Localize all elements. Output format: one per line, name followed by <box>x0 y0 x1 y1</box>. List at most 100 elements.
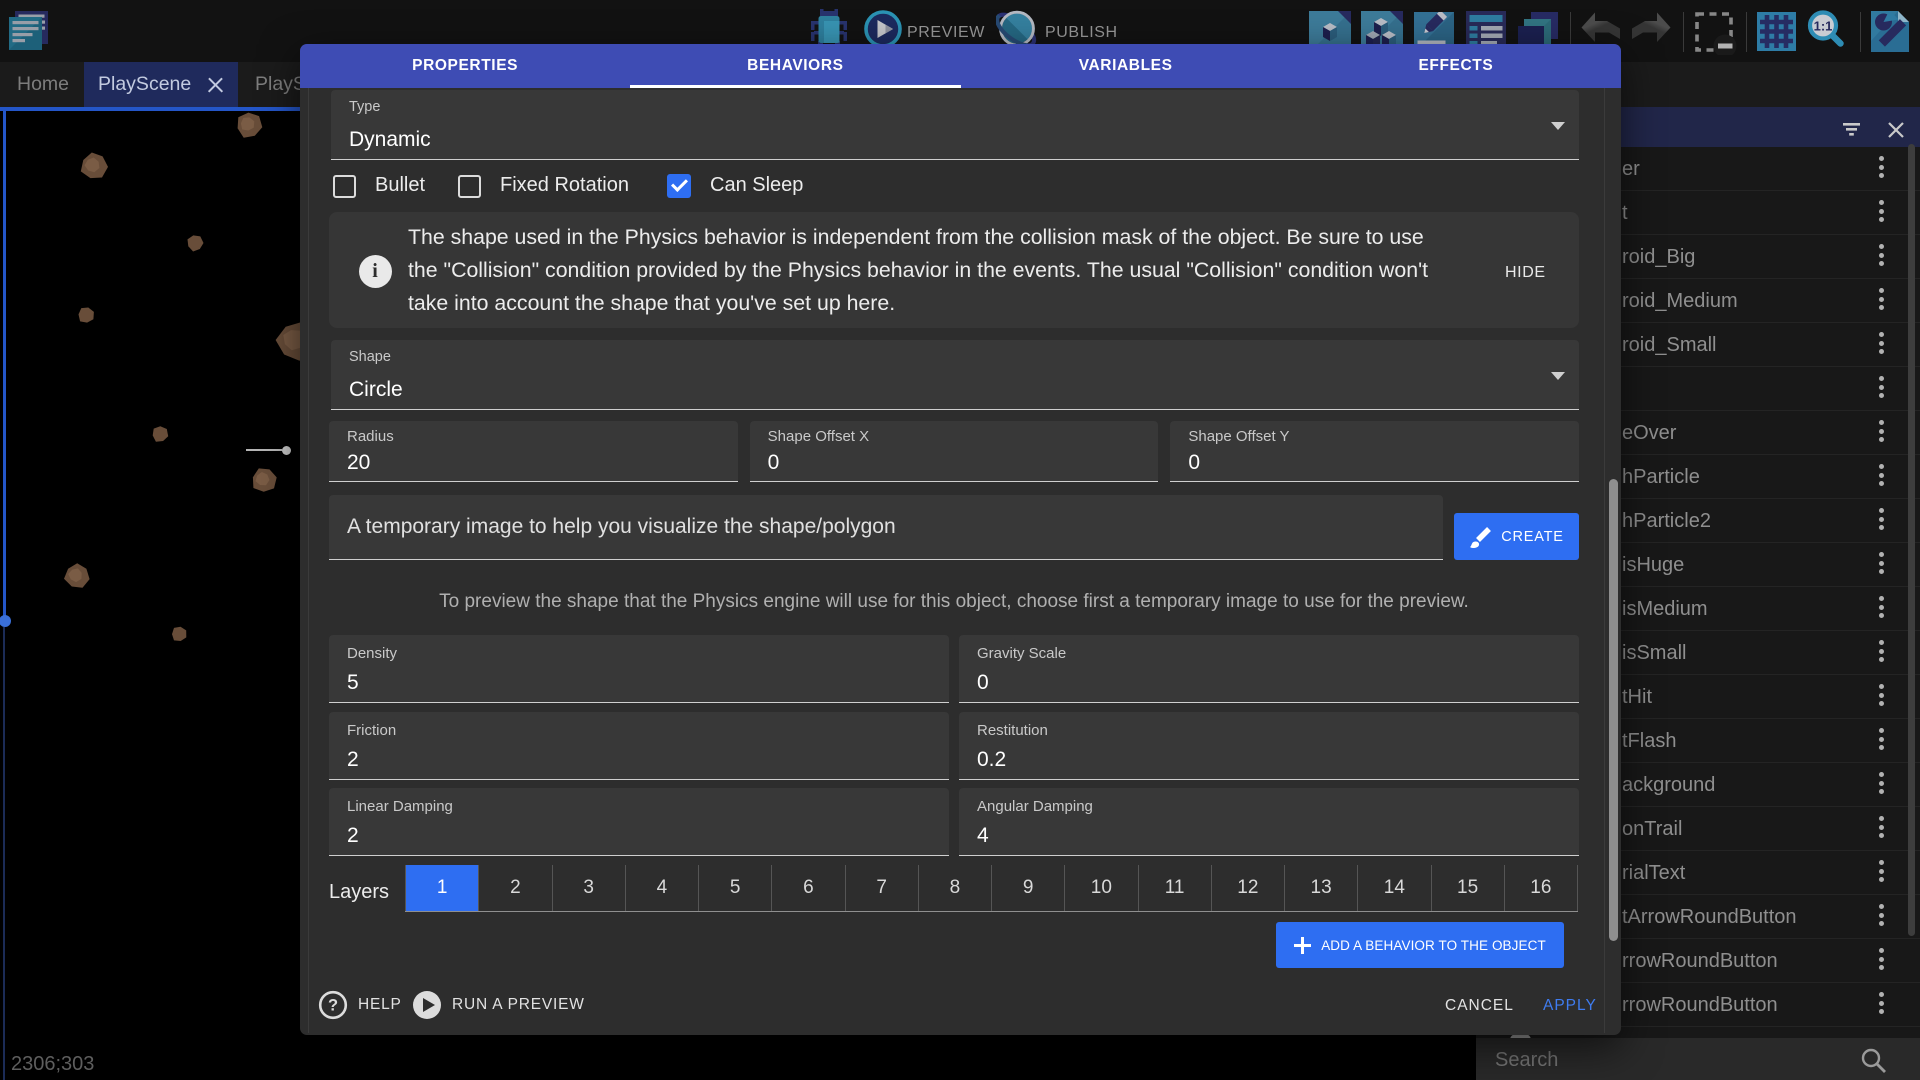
layer-cell-14[interactable]: 14 <box>1357 865 1430 911</box>
object-menu-icon[interactable] <box>1878 772 1884 798</box>
layer-cell-15[interactable]: 15 <box>1431 865 1504 911</box>
layer-cell-3[interactable]: 3 <box>552 865 625 911</box>
checkbox-checked-icon[interactable] <box>667 174 691 198</box>
object-name: rrowRoundButton <box>1622 950 1778 973</box>
shape-select[interactable]: Shape Circle <box>331 340 1579 410</box>
dialog-content-edge <box>308 88 309 1033</box>
object-menu-icon[interactable] <box>1878 596 1884 622</box>
object-menu-icon[interactable] <box>1878 464 1884 490</box>
temporary-image-field[interactable]: A temporary image to help you visualize … <box>329 495 1443 560</box>
zoom-1-1-icon[interactable]: 1:1 <box>1806 10 1848 57</box>
object-name: t <box>1622 202 1628 225</box>
layer-cell-7[interactable]: 7 <box>845 865 918 911</box>
filter-icon[interactable] <box>1843 123 1861 137</box>
field-friction[interactable]: Friction2 <box>329 712 949 780</box>
layer-cell-2[interactable]: 2 <box>478 865 551 911</box>
asteroid-sprite[interactable] <box>79 308 94 323</box>
field-gravity-scale[interactable]: Gravity Scale0 <box>959 635 1579 703</box>
field-shape-offset-x[interactable]: Shape Offset X0 <box>750 421 1159 482</box>
cancel-button[interactable]: CANCEL <box>1445 997 1514 1015</box>
checkbox-bullet[interactable]: Bullet <box>333 165 425 205</box>
apply-button[interactable]: APPLY <box>1543 997 1597 1015</box>
object-name: isSmall <box>1622 642 1686 665</box>
object-menu-icon[interactable] <box>1878 640 1884 666</box>
dialog-tab-effects[interactable]: EFFECTS <box>1291 44 1621 88</box>
layer-cell-13[interactable]: 13 <box>1284 865 1357 911</box>
checkbox-unchecked-icon[interactable] <box>333 175 356 198</box>
preview-button[interactable]: PREVIEW <box>907 24 985 42</box>
redo-icon[interactable] <box>1630 8 1674 51</box>
layers-label: Layers <box>329 881 389 904</box>
object-menu-icon[interactable] <box>1878 816 1884 842</box>
object-menu-icon[interactable] <box>1878 376 1884 402</box>
object-menu-icon[interactable] <box>1878 860 1884 886</box>
create-button[interactable]: CREATE <box>1454 513 1579 560</box>
layer-cell-4[interactable]: 4 <box>625 865 698 911</box>
checkbox-label: Fixed Rotation <box>500 174 629 197</box>
help-button[interactable]: ? HELP <box>318 985 402 1025</box>
close-tab-icon[interactable] <box>207 76 224 93</box>
object-menu-icon[interactable] <box>1878 904 1884 930</box>
search-icon <box>1860 1048 1888 1074</box>
deselect-icon[interactable] <box>1694 11 1740 60</box>
asteroid-sprite[interactable] <box>188 235 204 251</box>
object-menu-icon[interactable] <box>1878 288 1884 314</box>
field-radius[interactable]: Radius20 <box>329 421 738 482</box>
layer-cell-6[interactable]: 6 <box>771 865 844 911</box>
dialog-tab-properties[interactable]: PROPERTIES <box>300 44 630 88</box>
toolbar-separator <box>1746 12 1747 52</box>
add-behavior-button[interactable]: ADD A BEHAVIOR TO THE OBJECT <box>1276 922 1564 968</box>
chevron-down-icon <box>1551 122 1565 130</box>
layer-cell-8[interactable]: 8 <box>918 865 991 911</box>
hide-button[interactable]: HIDE <box>1505 264 1546 282</box>
object-menu-icon[interactable] <box>1878 728 1884 754</box>
object-menu-icon[interactable] <box>1878 992 1884 1018</box>
dialog-tab-behaviors[interactable]: BEHAVIORS <box>630 44 960 88</box>
object-menu-icon[interactable] <box>1878 948 1884 974</box>
publish-button[interactable]: PUBLISH <box>1045 24 1118 42</box>
type-select[interactable]: Type Dynamic <box>331 90 1579 160</box>
brush-icon <box>1469 525 1493 549</box>
tab-home[interactable]: Home <box>0 62 84 107</box>
layer-cell-16[interactable]: 16 <box>1504 865 1578 911</box>
field-value: 0.2 <box>977 748 1006 772</box>
scene-properties-icon[interactable] <box>1871 11 1909 57</box>
checkbox-can-sleep[interactable]: Can Sleep <box>667 165 803 205</box>
layer-cell-10[interactable]: 10 <box>1064 865 1137 911</box>
field-density[interactable]: Density5 <box>329 635 949 703</box>
field-linear-damping[interactable]: Linear Damping2 <box>329 788 949 856</box>
project-manager-icon[interactable] <box>8 10 52 59</box>
field-restitution[interactable]: Restitution0.2 <box>959 712 1579 780</box>
object-menu-icon[interactable] <box>1878 244 1884 270</box>
grid-icon[interactable] <box>1757 12 1796 56</box>
close-panel-icon[interactable] <box>1888 122 1904 138</box>
field-shape-offset-y[interactable]: Shape Offset Y0 <box>1170 421 1579 482</box>
object-menu-icon[interactable] <box>1878 552 1884 578</box>
layer-cell-5[interactable]: 5 <box>698 865 771 911</box>
object-menu-icon[interactable] <box>1878 508 1884 534</box>
object-menu-icon[interactable] <box>1878 684 1884 710</box>
layer-cell-12[interactable]: 12 <box>1211 865 1284 911</box>
layer-cell-9[interactable]: 9 <box>991 865 1064 911</box>
field-angular-damping[interactable]: Angular Damping4 <box>959 788 1579 856</box>
rotation-handle-dot[interactable] <box>282 446 291 455</box>
layer-cell-11[interactable]: 11 <box>1138 865 1211 911</box>
field-value: 2 <box>347 824 359 848</box>
asteroid-sprite[interactable] <box>172 627 186 641</box>
object-menu-icon[interactable] <box>1878 420 1884 446</box>
preview-note: To preview the shape that the Physics en… <box>329 591 1579 613</box>
tab-playscene[interactable]: PlayScene <box>84 62 238 107</box>
object-menu-icon[interactable] <box>1878 200 1884 226</box>
dialog-scrollbar[interactable] <box>1609 479 1618 941</box>
layer-cell-1[interactable]: 1 <box>405 865 478 911</box>
asteroid-sprite[interactable] <box>153 426 169 442</box>
object-name: tHit <box>1622 686 1652 709</box>
objects-search-bar[interactable]: Search <box>1476 1038 1920 1080</box>
object-menu-icon[interactable] <box>1878 332 1884 358</box>
objects-panel-scrollbar[interactable] <box>1908 144 1915 936</box>
checkbox-fixed-rotation[interactable]: Fixed Rotation <box>458 165 629 205</box>
object-menu-icon[interactable] <box>1878 156 1884 182</box>
checkbox-unchecked-icon[interactable] <box>458 175 481 198</box>
dialog-tab-variables[interactable]: VARIABLES <box>961 44 1291 88</box>
run-preview-button[interactable]: RUN A PREVIEW <box>412 985 585 1025</box>
